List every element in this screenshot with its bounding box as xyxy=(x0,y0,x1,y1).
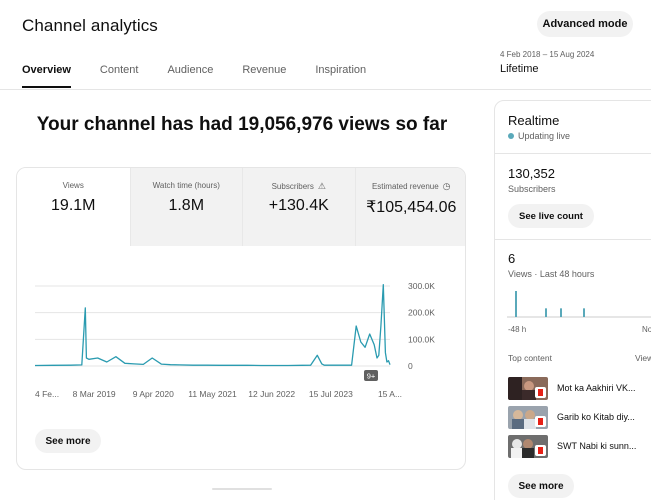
x-tick-label: 9 Apr 2020 xyxy=(133,389,174,399)
top-content-item[interactable]: Mot ka Aakhiri VK... xyxy=(508,377,651,401)
live-status: Updating live xyxy=(508,131,570,141)
top-content-item[interactable]: SWT Nabi ki sunn... xyxy=(508,435,651,459)
subscriber-label: Subscribers xyxy=(508,184,556,194)
x-tick-label: 4 Fe... xyxy=(35,389,59,399)
date-range[interactable]: 4 Feb 2018 – 15 Aug 2024 xyxy=(500,50,594,59)
overview-card: Views 19.1M Watch time (hours) 1.8M Subs… xyxy=(16,167,466,470)
metric-watch-time[interactable]: Watch time (hours) 1.8M xyxy=(129,168,242,246)
realtime-see-more-button[interactable]: See more xyxy=(508,474,574,498)
y-tick-label: 200.0K xyxy=(408,308,435,318)
x-tick-label: 15 Jul 2023 xyxy=(309,389,353,399)
x-tick-label: 15 A... xyxy=(378,389,402,399)
realtime-axis-start: -48 h xyxy=(508,325,527,334)
top-content-views-label: Views xyxy=(635,353,651,363)
video-title: Garib ko Kitab diy... xyxy=(557,412,635,422)
realtime-bar xyxy=(583,308,585,317)
top-content-item[interactable]: Garib ko Kitab diy... xyxy=(508,406,651,430)
metric-value: 1.8M xyxy=(168,197,205,214)
video-title: SWT Nabi ki sunn... xyxy=(557,441,637,451)
y-tick-label: 0 xyxy=(408,361,413,371)
realtime-bar xyxy=(560,308,562,317)
metric-label: Watch time (hours) xyxy=(152,181,220,190)
video-title: Mot ka Aakhiri VK... xyxy=(557,383,636,393)
tab-bar: Overview Content Audience Revenue Inspir… xyxy=(22,64,395,88)
divider xyxy=(495,239,651,240)
realtime-bar-chart[interactable] xyxy=(507,287,651,321)
metric-subscribers[interactable]: Subscribers ⚠ +130.4K xyxy=(242,168,355,246)
tab-inspiration[interactable]: Inspiration xyxy=(315,64,366,88)
metric-views[interactable]: Views 19.1M xyxy=(17,168,130,246)
x-tick-label: 12 Jun 2022 xyxy=(248,389,295,399)
divider xyxy=(495,153,651,154)
realtime-axis-end: No xyxy=(642,325,651,334)
tab-audience[interactable]: Audience xyxy=(167,64,213,88)
warning-icon: ⚠ xyxy=(317,181,326,191)
views-series-line xyxy=(34,284,391,367)
page-title: Channel analytics xyxy=(22,16,158,35)
live-status-text: Updating live xyxy=(518,131,571,141)
y-tick-label: 100.0K xyxy=(408,334,435,344)
metric-tabs: Views 19.1M Watch time (hours) 1.8M Subs… xyxy=(17,168,466,246)
video-thumbnail xyxy=(508,377,548,400)
realtime-title: Realtime xyxy=(508,113,560,128)
analytics-header: Channel analytics Advanced mode Overview… xyxy=(0,0,651,90)
metric-label: Views xyxy=(62,181,84,190)
metric-value: 19.1M xyxy=(51,197,96,214)
video-thumbnail xyxy=(508,406,548,429)
see-more-button[interactable]: See more xyxy=(35,429,101,453)
metric-value: ₹105,454.06 xyxy=(366,199,457,216)
realtime-views-label: Views · Last 48 hours xyxy=(508,269,595,279)
live-dot-icon xyxy=(508,133,514,139)
tab-overview[interactable]: Overview xyxy=(22,64,71,88)
metric-label-text: Subscribers xyxy=(271,182,314,191)
events-badge-label: 9+ xyxy=(367,372,376,381)
metric-label: Estimated revenue ◷ xyxy=(356,181,466,192)
tab-revenue[interactable]: Revenue xyxy=(242,64,286,88)
video-thumbnail xyxy=(508,435,548,458)
views-line-chart[interactable]: 300.0K 200.0K 100.0K 0 4 Fe... 8 Mar 2019 9 Ap… xyxy=(17,253,466,403)
metric-revenue[interactable]: Estimated revenue ◷ ₹105,454.06 xyxy=(354,168,466,246)
date-range-label[interactable]: Lifetime xyxy=(500,63,539,75)
tab-content[interactable]: Content xyxy=(100,64,139,88)
total-views-headline: Your channel has had 19,056,976 views so… xyxy=(36,114,448,135)
subscriber-count: 130,352 xyxy=(508,166,555,181)
x-tick-label: 8 Mar 2019 xyxy=(73,389,116,399)
x-tick-label: 11 May 2021 xyxy=(188,389,237,399)
clock-icon: ◷ xyxy=(442,181,451,191)
advanced-mode-button[interactable]: Advanced mode xyxy=(537,11,633,37)
realtime-views-count: 6 xyxy=(508,251,516,266)
metric-value: +130.4K xyxy=(268,197,329,214)
top-content-label: Top content xyxy=(508,353,552,363)
scroll-indicator xyxy=(212,488,272,490)
y-tick-label: 300.0K xyxy=(408,281,435,291)
metric-label: Subscribers ⚠ xyxy=(243,181,355,192)
see-live-count-button[interactable]: See live count xyxy=(508,204,594,228)
realtime-panel: Realtime Updating live 130,352 Subscribe… xyxy=(494,100,651,500)
metric-label-text: Estimated revenue xyxy=(371,182,439,191)
realtime-bar xyxy=(515,291,517,317)
realtime-bar xyxy=(545,308,547,317)
